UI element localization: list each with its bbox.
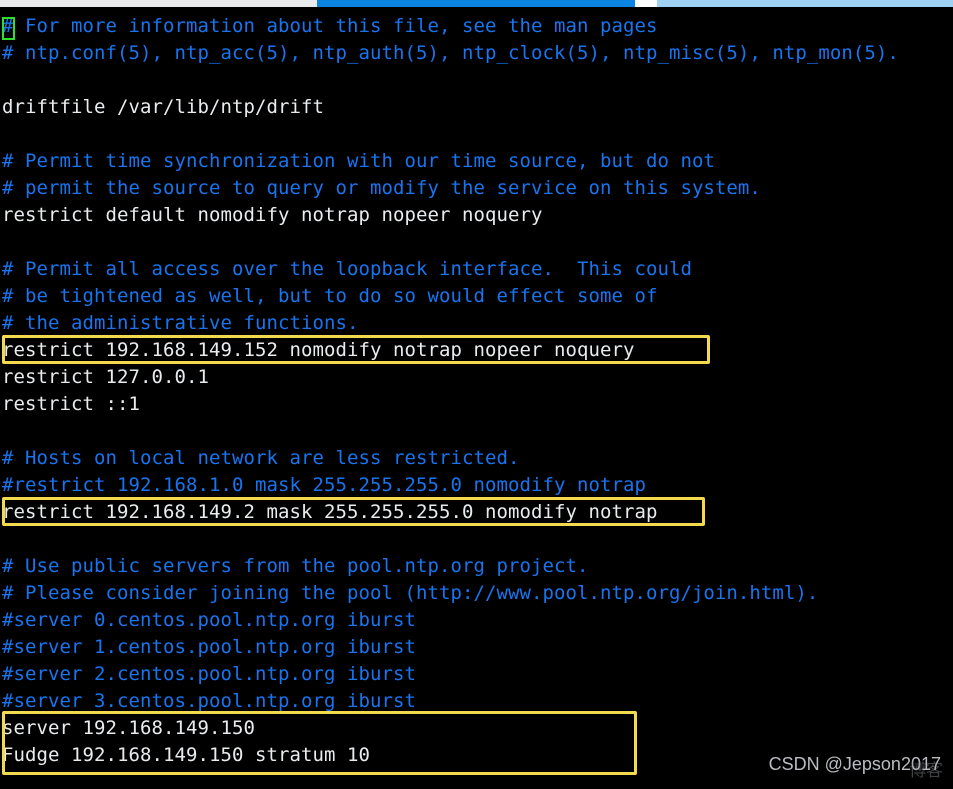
terminal-line: # the administrative functions.	[2, 312, 359, 334]
terminal-line: server 192.168.149.150	[2, 717, 255, 739]
terminal-line: restrict 192.168.149.2 mask 255.255.255.…	[2, 501, 658, 523]
terminal-line: # Please consider joining the pool (http…	[2, 582, 819, 604]
terminal-line: #restrict 192.168.1.0 mask 255.255.255.0…	[2, 474, 646, 496]
terminal-text-area[interactable]: # For more information about this file, …	[0, 7, 953, 789]
tab-active[interactable]	[317, 0, 635, 7]
window-tab-strip	[0, 0, 953, 7]
terminal-line: #server 3.centos.pool.ntp.org iburst	[2, 690, 416, 712]
terminal-line: restrict 127.0.0.1	[2, 366, 209, 388]
terminal-line: # Permit time synchronization with our t…	[2, 150, 715, 172]
terminal-line: # be tightened as well, but to do so wou…	[2, 285, 658, 307]
tab-inactive-left[interactable]	[0, 0, 317, 7]
watermark-overlay-text: 博客	[909, 761, 943, 781]
terminal-line: restrict ::1	[2, 393, 140, 415]
terminal-line: # Hosts on local network are less restri…	[2, 447, 520, 469]
terminal-line: # Permit all access over the loopback in…	[2, 258, 692, 280]
terminal-line: driftfile /var/lib/ntp/drift	[2, 96, 324, 118]
terminal-line: # Use public servers from the pool.ntp.o…	[2, 555, 589, 577]
terminal-line: # ntp.conf(5), ntp_acc(5), ntp_auth(5), …	[2, 42, 899, 64]
terminal-line: #server 2.centos.pool.ntp.org iburst	[2, 663, 416, 685]
terminal-line: restrict 192.168.149.152 nomodify notrap…	[2, 339, 635, 361]
terminal-line: restrict default nomodify notrap nopeer …	[2, 204, 543, 226]
tab-gap[interactable]	[635, 0, 657, 7]
terminal-line: # permit the source to query or modify t…	[2, 177, 761, 199]
terminal-line: # For more information about this file, …	[2, 15, 658, 37]
terminal-line: Fudge 192.168.149.150 stratum 10	[2, 744, 370, 766]
terminal-line: #server 0.centos.pool.ntp.org iburst	[2, 609, 416, 631]
tab-trailing[interactable]	[657, 0, 953, 7]
terminal-line: #server 1.centos.pool.ntp.org iburst	[2, 636, 416, 658]
